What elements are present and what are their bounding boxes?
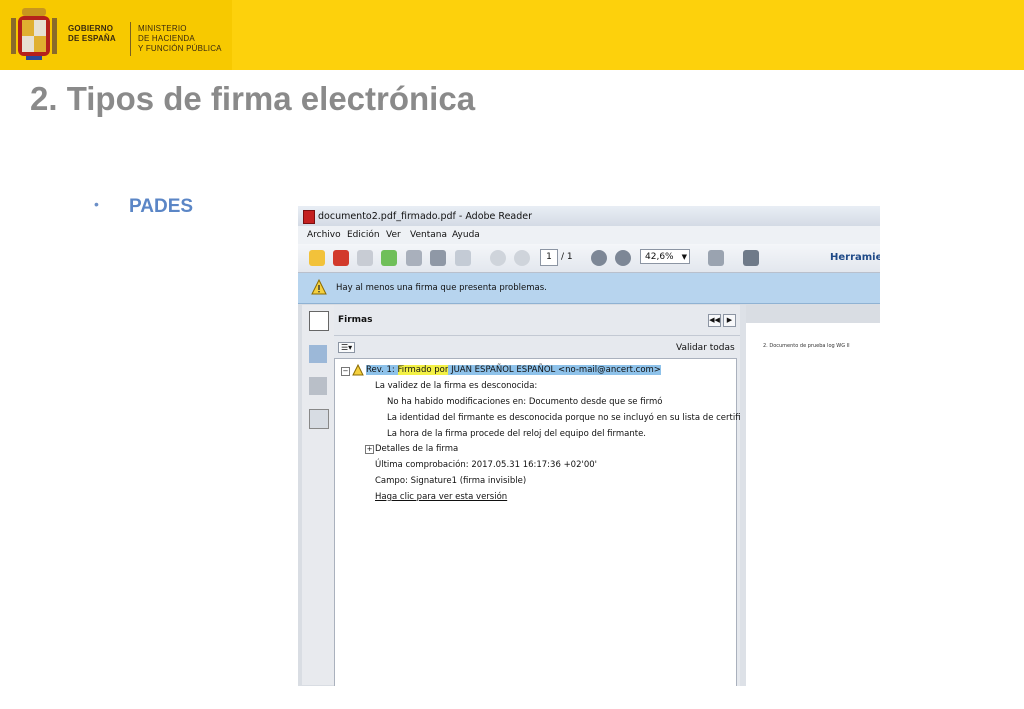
signature-field: Campo: Signature1 (firma invisible) <box>375 476 527 486</box>
zoom-out-icon[interactable] <box>591 250 607 266</box>
last-check: Última comprobación: 2017.05.31 16:17:36… <box>375 460 597 470</box>
navigation-pane <box>302 305 335 685</box>
document-text: 2. Documento de prueba log WG II <box>763 343 850 349</box>
save-icon[interactable] <box>406 250 422 266</box>
previous-page-icon[interactable] <box>490 250 506 266</box>
warning-text: Hay al menos una firma que presenta prob… <box>336 283 547 293</box>
window-title: documento2.pdf_firmado.pdf - Adobe Reade… <box>318 211 533 222</box>
pdf-icon <box>303 210 315 224</box>
window-titlebar: documento2.pdf_firmado.pdf - Adobe Reade… <box>298 206 880 226</box>
government-logo: GOBIERNO DE ESPAÑA MINISTERIO DE HACIEND… <box>0 0 232 70</box>
ministerio-label: MINISTERIO DE HACIENDA Y FUNCIÓN PÚBLICA <box>138 24 222 53</box>
pdf-tools-icon[interactable] <box>333 250 349 266</box>
gobierno-label: GOBIERNO DE ESPAÑA <box>68 24 116 43</box>
signature-details[interactable]: Detalles de la firma <box>375 444 458 454</box>
warning-pen-icon <box>311 279 327 295</box>
next-panel-icon[interactable]: ▶ <box>723 314 736 327</box>
chevron-down-icon: ▼ <box>681 253 687 261</box>
menu-ayuda[interactable]: Ayuda <box>452 230 480 240</box>
bullet-marker: • <box>94 196 99 212</box>
menu-ventana[interactable]: Ventana <box>410 230 447 240</box>
fit-page-icon[interactable] <box>708 250 724 266</box>
collapse-icon[interactable]: − <box>341 367 350 376</box>
signature-warning-bar: Hay al menos una firma que presenta prob… <box>298 273 880 304</box>
page-number-input[interactable]: 1 <box>540 249 558 266</box>
validity-status: La validez de la firma es desconocida: <box>375 381 538 391</box>
expand-icon[interactable] <box>743 250 759 266</box>
document-page: 2. Documento de prueba log WG II <box>746 323 880 686</box>
detail-identity: La identidad del firmante es desconocida… <box>387 413 766 423</box>
divider <box>130 22 131 56</box>
edit-icon[interactable] <box>357 250 373 266</box>
warning-icon <box>352 364 364 376</box>
collapse-panel-icon[interactable]: ◀◀ <box>708 314 721 327</box>
signature-revision[interactable]: Rev. 1: Firmado por JUAN ESPAÑOL ESPAÑOL… <box>366 365 661 375</box>
adobe-reader-screenshot: documento2.pdf_firmado.pdf - Adobe Reade… <box>298 206 880 686</box>
pages-icon[interactable] <box>309 311 329 331</box>
page-total: / 1 <box>561 252 573 262</box>
upload-icon[interactable] <box>381 250 397 266</box>
next-page-icon[interactable] <box>514 250 530 266</box>
detail-time: La hora de la firma procede del reloj de… <box>387 429 647 439</box>
toolbar: 1 / 1 42,6% ▼ Herramien <box>298 244 880 273</box>
email-icon[interactable] <box>455 250 471 266</box>
menu-ver[interactable]: Ver <box>386 230 401 240</box>
validate-all-button[interactable]: Validar todas <box>676 343 735 353</box>
menu-edicion[interactable]: Edición <box>347 230 380 240</box>
zoom-select[interactable]: 42,6% ▼ <box>640 249 690 264</box>
menu-archivo[interactable]: Archivo <box>307 230 341 240</box>
header-bar: GOBIERNO DE ESPAÑA MINISTERIO DE HACIEND… <box>0 0 1024 70</box>
bullet-text: PADES <box>129 196 194 217</box>
attachment-icon[interactable] <box>309 377 327 395</box>
panel-header: Firmas ◀◀ ▶ <box>334 305 740 336</box>
zoom-in-icon[interactable] <box>615 250 631 266</box>
signature-panel-icon[interactable] <box>309 409 329 429</box>
view-version-link[interactable]: Haga clic para ver esta versión <box>375 492 507 502</box>
detail-modifications: No ha habido modificaciones en: Document… <box>387 397 663 407</box>
signature-tree: − Rev. 1: Firmado por JUAN ESPAÑOL ESPAÑ… <box>334 358 765 686</box>
coat-of-arms-icon <box>11 8 57 60</box>
menu-bar: Archivo Edición Ver Ventana Ayuda <box>298 226 880 245</box>
print-icon[interactable] <box>430 250 446 266</box>
signatures-panel: Firmas ◀◀ ▶ ☰▾ Validar todas − Rev. 1: F… <box>334 305 765 686</box>
slide-title: 2. Tipos de firma electrónica <box>30 80 476 117</box>
create-icon[interactable] <box>309 250 325 266</box>
tools-button[interactable]: Herramien <box>830 252 880 263</box>
expand-icon[interactable]: + <box>365 445 374 454</box>
options-menu-icon[interactable]: ☰▾ <box>338 342 356 353</box>
bookmark-icon[interactable] <box>309 345 327 363</box>
panel-title: Firmas <box>338 315 373 325</box>
